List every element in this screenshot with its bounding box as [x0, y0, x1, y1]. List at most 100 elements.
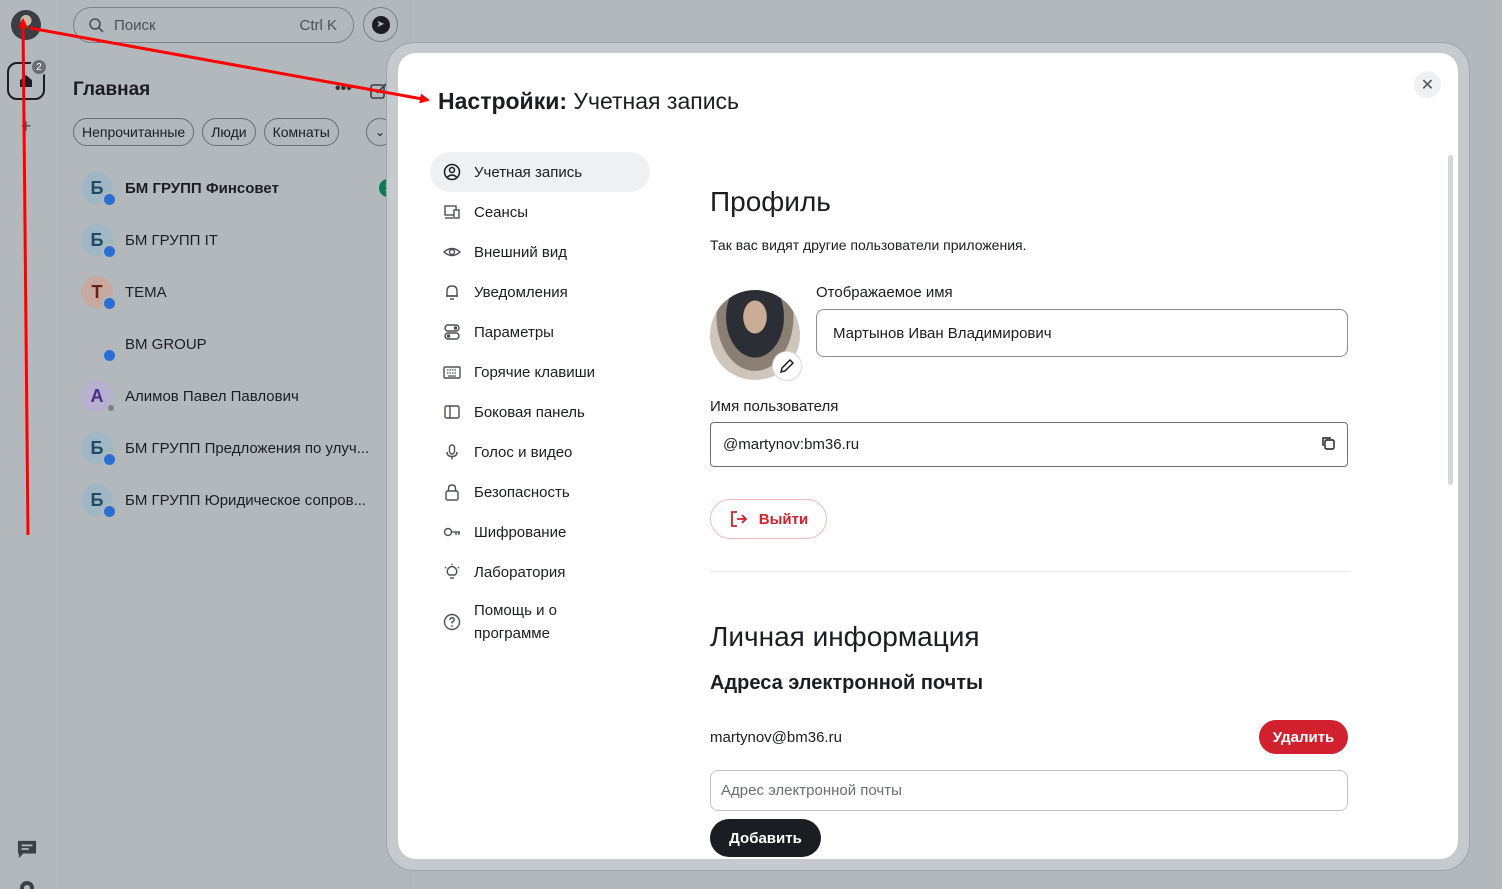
close-button[interactable]: ✕ — [1414, 71, 1441, 98]
room-avatar: Б — [81, 484, 117, 519]
room-list-options-button[interactable]: ••• — [335, 80, 352, 98]
settings-nav-item[interactable]: Уведомления — [430, 272, 650, 312]
search-icon — [89, 18, 104, 33]
settings-nav-item[interactable]: Горячие клавиши — [430, 352, 650, 392]
sign-out-icon — [730, 511, 748, 527]
room-list-item[interactable]: ББМ ГРУПП Финсовет2 — [81, 168, 397, 208]
chevron-down-icon: ⌄ — [374, 125, 386, 139]
username-value: @martynov:bm36.ru — [723, 436, 860, 453]
settings-nav-label: Учетная запись — [474, 163, 583, 181]
space-rail: 2 + — [0, 0, 61, 889]
room-avatar — [81, 328, 117, 363]
key-icon — [442, 522, 462, 542]
room-avatar: Б — [81, 432, 117, 467]
display-name-field[interactable]: Мартынов Иван Владимирович — [816, 309, 1348, 357]
globe-icon — [102, 452, 117, 467]
logout-button[interactable]: Выйти — [710, 499, 827, 539]
room-name: БМ ГРУПП IT — [125, 231, 218, 249]
close-icon: ✕ — [1420, 76, 1435, 94]
emails-heading: Адреса электронной почты — [710, 672, 984, 694]
dialog-title-section: Учетная запись — [567, 88, 740, 114]
add-space-icon[interactable]: + — [18, 117, 34, 135]
dialog-title: Настройки: Учетная запись — [438, 88, 739, 115]
username-label: Имя пользователя — [710, 398, 839, 415]
room-list-item[interactable]: Б БМ ГРУПП Предложения по улуч... — [81, 428, 391, 468]
globe-icon — [102, 244, 117, 259]
settings-nav-label: Шифрование — [474, 523, 567, 541]
settings-nav-label: Горячие клавиши — [474, 363, 596, 381]
room-name: БМ ГРУПП Юридическое сопров... — [125, 491, 367, 509]
settings-nav-item[interactable]: Лаборатория — [430, 552, 650, 592]
user-avatar[interactable] — [11, 10, 41, 40]
settings-nav-item[interactable]: Голос и видео — [430, 432, 650, 472]
filter-rooms[interactable]: Комнаты — [263, 118, 339, 146]
room-list-item[interactable]: Б БМ ГРУПП Юридическое сопров... — [81, 480, 391, 520]
add-email-button[interactable]: Добавить — [710, 819, 821, 857]
explore-rooms-button[interactable]: ➤ — [363, 7, 398, 42]
pencil-icon — [779, 358, 795, 374]
gear-icon[interactable] — [17, 878, 37, 889]
new-email-placeholder: Адрес электронной почты — [721, 782, 902, 799]
logout-label: Выйти — [758, 510, 809, 528]
search-input[interactable]: Поиск Ctrl K — [73, 7, 354, 43]
presence-offline-icon — [106, 403, 116, 413]
search-shortcut: Ctrl K — [299, 16, 338, 34]
profile-heading: Профиль — [710, 186, 831, 217]
profile-subtitle: Так вас видят другие пользователи прилож… — [710, 237, 1027, 253]
room-list-item[interactable]: А Алимов Павел Павлович — [81, 376, 391, 416]
settings-nav-label: Уведомления — [474, 283, 568, 301]
help-icon — [442, 612, 462, 632]
room-list-item[interactable]: BM GROUP — [81, 324, 391, 364]
settings-nav-label: Боковая панель — [474, 403, 585, 421]
username-field: @martynov:bm36.ru — [710, 422, 1348, 467]
search-placeholder: Поиск — [114, 16, 156, 34]
room-list-title: Главная — [73, 79, 151, 100]
home-icon — [20, 75, 32, 87]
email-address: martynov@bm36.ru — [710, 729, 842, 746]
room-list-panel: Поиск Ctrl K ➤ Главная ••• Непрочитанные… — [61, 0, 411, 889]
new-email-field[interactable]: Адрес электронной почты — [710, 770, 1348, 811]
settings-dialog: Настройки: Учетная запись ✕ Учетная запи… — [398, 53, 1458, 859]
settings-nav-label: Параметры — [474, 323, 554, 341]
devices-icon — [442, 202, 462, 222]
delete-email-button[interactable]: Удалить — [1259, 720, 1348, 754]
room-list-item[interactable]: Т TEMA — [81, 272, 391, 312]
user-circle-icon — [442, 162, 462, 182]
personal-info-heading: Личная информация — [710, 621, 980, 652]
copy-icon[interactable] — [1321, 436, 1335, 450]
globe-icon — [102, 348, 117, 363]
settings-nav-item[interactable]: Учетная запись — [430, 152, 650, 192]
settings-nav-item[interactable]: Шифрование — [430, 512, 650, 552]
edit-avatar-button[interactable] — [772, 351, 802, 381]
settings-nav: Учетная запись Сеансы Внешний вид Уведомлен… — [430, 152, 650, 652]
globe-icon — [102, 296, 117, 311]
settings-nav-item[interactable]: Боковая панель — [430, 392, 650, 432]
settings-nav-item[interactable]: Параметры — [430, 312, 650, 352]
room-avatar: Б — [81, 172, 117, 207]
dialog-title-bold: Настройки: — [438, 88, 568, 114]
threads-icon[interactable] — [16, 839, 38, 859]
eye-icon — [442, 242, 462, 262]
settings-nav-label: Лаборатория — [474, 563, 566, 581]
compass-icon: ➤ — [371, 15, 390, 34]
display-name-label: Отображаемое имя — [816, 284, 953, 301]
lock-icon — [442, 482, 462, 502]
room-filters: Непрочитанные Люди Комнаты — [73, 118, 339, 146]
filter-unread[interactable]: Непрочитанные — [73, 118, 195, 146]
settings-nav-item[interactable]: Сеансы — [430, 192, 650, 232]
filter-people[interactable]: Люди — [202, 118, 256, 146]
section-divider — [710, 571, 1348, 572]
display-name-value: Мартынов Иван Владимирович — [833, 324, 1052, 342]
settings-nav-item[interactable]: Внешний вид — [430, 232, 650, 272]
scrollbar[interactable] — [1448, 155, 1453, 485]
settings-nav-label: Помощь и о программе — [474, 602, 557, 642]
settings-nav-label: Голос и видео — [474, 443, 573, 461]
settings-nav-item[interactable]: Помощь и о программе — [430, 592, 650, 652]
sidebar-icon — [442, 402, 462, 422]
globe-icon — [102, 192, 117, 207]
room-list-item[interactable]: Б БМ ГРУПП IT — [81, 220, 391, 260]
room-name: TEMA — [125, 283, 167, 301]
room-avatar: Т — [81, 276, 117, 311]
settings-nav-item[interactable]: Безопасность — [430, 472, 650, 512]
room-avatar: А — [81, 380, 116, 413]
